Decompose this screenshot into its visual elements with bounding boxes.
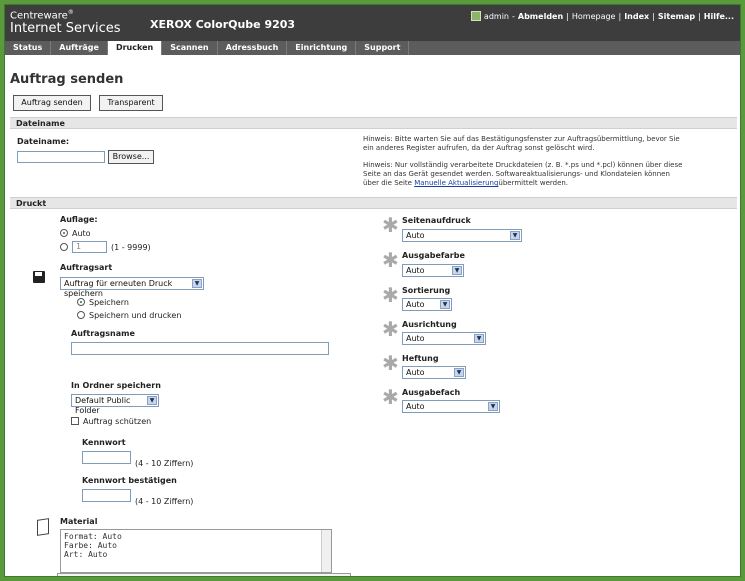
chevron-down-icon: ▼ — [474, 334, 484, 343]
auftragsname-input[interactable] — [71, 342, 329, 355]
hint-files: Hinweis: Nur vollständig verarbeitete Dr… — [363, 161, 683, 187]
kennwort2-input[interactable] — [82, 489, 131, 502]
auftragsart-select[interactable]: Auftrag für erneuten Druck speichern ▼ — [60, 277, 204, 298]
page-title: Auftrag senden — [10, 72, 124, 87]
option-label-ausrichtung: Ausrichtung — [402, 320, 457, 329]
dateiname-label: Dateiname: — [17, 137, 70, 146]
option-select-ausgabefach[interactable]: Auto ▼ — [402, 400, 500, 413]
sitemap-link[interactable]: Sitemap — [658, 12, 695, 21]
user-name: admin — [483, 11, 509, 21]
material-label: Material — [60, 517, 98, 526]
asterisk-icon: ✱ — [382, 283, 399, 307]
file-input[interactable] — [17, 151, 105, 163]
save-icon — [33, 271, 45, 283]
chevron-down-icon: ▼ — [440, 300, 450, 309]
speichern-radio[interactable] — [77, 298, 85, 306]
speichern-drucken-label: Speichern und drucken — [89, 311, 182, 320]
kennwort-input[interactable] — [82, 451, 131, 464]
tab-einrichtung[interactable]: Einrichtung — [287, 41, 357, 55]
asterisk-icon: ✱ — [382, 385, 399, 409]
auflage-label: Auflage: — [60, 215, 98, 224]
material-scrollbar[interactable] — [321, 530, 331, 572]
asterisk-icon: ✱ — [382, 317, 399, 341]
speichern-label: Speichern — [89, 298, 129, 307]
kennwort2-hint: (4 - 10 Ziffern) — [135, 497, 194, 506]
help-link[interactable]: Hilfe... — [704, 12, 734, 21]
kennwort-label: Kennwort — [82, 438, 126, 447]
kennwort-hint: (4 - 10 Ziffern) — [135, 459, 194, 468]
next-panel-edge — [57, 573, 351, 576]
transparent-button[interactable]: Transparent — [99, 95, 163, 111]
asterisk-icon: ✱ — [382, 248, 399, 272]
tab-drucken[interactable]: Drucken — [107, 41, 163, 55]
chevron-down-icon: ▼ — [147, 396, 157, 405]
option-label-seitenaufdruck: Seitenaufdruck — [402, 216, 471, 225]
chevron-down-icon: ▼ — [488, 402, 498, 411]
schuetzen-checkbox[interactable] — [71, 417, 79, 425]
logout-link[interactable]: Abmelden — [518, 12, 563, 21]
option-select-ausgabefarbe[interactable]: Auto ▼ — [402, 264, 464, 277]
chevron-down-icon: ▼ — [192, 279, 202, 288]
user-icon — [470, 11, 481, 21]
option-label-sortierung: Sortierung — [402, 286, 451, 295]
brand-line1: Centreware® — [10, 9, 74, 22]
asterisk-icon: ✱ — [382, 213, 399, 237]
kennwort2-label: Kennwort bestätigen — [82, 476, 177, 485]
main-tabs: Status Aufträge Drucken Scannen Adressbu… — [5, 41, 740, 55]
option-select-ausrichtung[interactable]: Auto ▼ — [402, 332, 486, 345]
chevron-down-icon: ▼ — [510, 231, 520, 240]
section-druckt: Druckt — [10, 197, 737, 209]
manual-update-link[interactable]: Manuelle Aktualisierung — [414, 179, 498, 187]
option-select-heftung[interactable]: Auto ▼ — [402, 366, 466, 379]
index-link[interactable]: Index — [624, 12, 649, 21]
option-select-seitenaufdruck[interactable]: Auto ▼ — [402, 229, 522, 242]
browse-button[interactable]: Browse... — [108, 150, 154, 164]
brand-line2: Internet Services — [10, 21, 121, 36]
document-icon — [37, 518, 49, 536]
asterisk-icon: ✱ — [382, 351, 399, 375]
option-label-ausgabefach: Ausgabefach — [402, 388, 461, 397]
top-links: admin - Abmelden | Homepage | Index | Si… — [470, 11, 734, 21]
homepage-link[interactable]: Homepage — [572, 12, 616, 21]
tab-support[interactable]: Support — [356, 41, 410, 55]
section-dateiname: Dateiname — [10, 117, 737, 129]
main-content: Auftrag senden Auftrag senden Transparen… — [5, 55, 740, 576]
option-label-heftung: Heftung — [402, 354, 439, 363]
option-select-sortierung[interactable]: Auto ▼ — [402, 298, 452, 311]
chevron-down-icon: ▼ — [452, 266, 462, 275]
auftragsname-label: Auftragsname — [71, 329, 135, 338]
app-header: Centreware® Internet Services XEROX Colo… — [5, 5, 740, 41]
ordner-label: In Ordner speichern — [71, 381, 161, 390]
auflage-range: (1 - 9999) — [111, 243, 151, 252]
ordner-select[interactable]: Default Public Folder ▼ — [71, 394, 159, 415]
schuetzen-label: Auftrag schützen — [83, 417, 152, 426]
tab-scannen[interactable]: Scannen — [162, 41, 218, 55]
tab-status[interactable]: Status — [5, 41, 52, 55]
tab-adressbuch[interactable]: Adressbuch — [218, 41, 288, 55]
chevron-down-icon: ▼ — [454, 368, 464, 377]
hint-confirm: Hinweis: Bitte warten Sie auf das Bestät… — [363, 135, 680, 152]
auftragsart-label: Auftragsart — [60, 263, 113, 272]
auflage-input[interactable]: 1 — [72, 241, 107, 253]
auflage-auto-label: Auto — [72, 229, 91, 238]
submit-job-button[interactable]: Auftrag senden — [13, 95, 91, 111]
speichern-drucken-radio[interactable] — [77, 311, 85, 319]
auflage-auto-radio[interactable] — [60, 229, 68, 237]
auflage-manual-radio[interactable] — [60, 243, 68, 251]
material-textarea[interactable]: Format: Auto Farbe: Auto Art: Auto — [60, 529, 332, 573]
option-label-ausgabefarbe: Ausgabefarbe — [402, 251, 465, 260]
browser-frame: Centreware® Internet Services XEROX Colo… — [4, 4, 741, 577]
tab-auftraege[interactable]: Aufträge — [51, 41, 108, 55]
product-name: XEROX ColorQube 9203 — [150, 18, 296, 31]
